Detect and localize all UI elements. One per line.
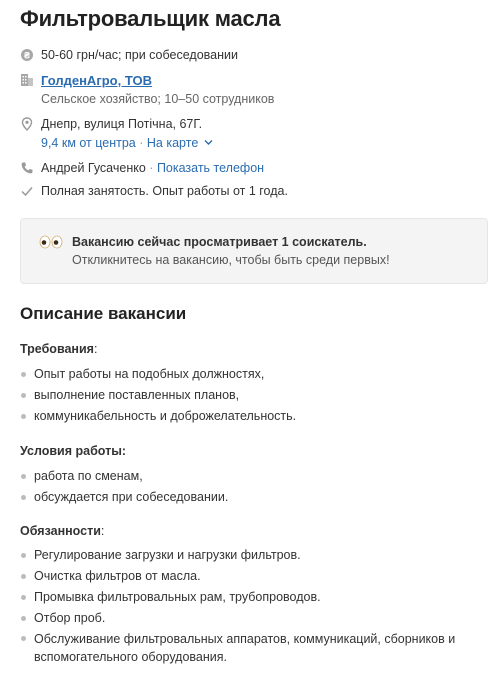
list-item: Отбор проб. xyxy=(20,608,480,629)
list-item: коммуникабельность и доброжелательность. xyxy=(20,406,480,427)
coin-icon: ₴ xyxy=(21,49,33,61)
company-link[interactable]: ГолденАгро, ТОВ xyxy=(41,71,152,90)
company-details: Сельское хозяйство; 10–50 сотрудников xyxy=(41,92,275,106)
contact-name: Андрей Гусаченко xyxy=(41,161,146,175)
list-item: Опыт работы на подобных должностях, xyxy=(20,364,480,385)
job-title: Фильтровальщик масла xyxy=(20,6,281,31)
address-text: Днепр, вулиця Потічна, 67Г. xyxy=(41,117,203,131)
list-item: Очистка фильтров от масла. xyxy=(20,566,480,587)
list-item: работа по сменам, xyxy=(20,466,480,487)
check-icon xyxy=(21,187,33,197)
conditions-title: Условия работы: xyxy=(20,444,127,458)
description-heading: Описание вакансии xyxy=(20,304,187,323)
show-phone-link[interactable]: Показать телефон xyxy=(157,161,264,175)
list-item: выполнение поставленных планов, xyxy=(20,385,480,406)
requirements-title: Требования xyxy=(20,342,94,356)
map-link[interactable]: На карте xyxy=(147,136,213,150)
separator-dot: · xyxy=(149,161,154,175)
viewers-notice: Вакансию сейчас просматривает 1 соискате… xyxy=(20,218,488,284)
phone-icon xyxy=(21,162,33,174)
requirements-heading: Требования: xyxy=(20,342,97,356)
distance-link[interactable]: 9,4 км от центра xyxy=(41,136,136,150)
eyes-icon xyxy=(39,235,63,249)
salary-text: 50-60 грн/час; при собеседовании xyxy=(41,48,238,62)
requirements-suffix: : xyxy=(93,342,98,356)
conditions-heading: Условия работы: xyxy=(20,444,126,458)
separator-dot: · xyxy=(139,136,144,150)
duties-title: Обязанности xyxy=(20,524,101,538)
list-item: Обслуживание фильтровальных аппаратов, к… xyxy=(20,629,480,667)
building-icon xyxy=(21,74,33,86)
employment-text: Полная занятость. Опыт работы от 1 года. xyxy=(41,184,288,198)
list-item: обсуждается при собеседовании. xyxy=(20,487,480,508)
svg-text:₴: ₴ xyxy=(24,51,30,61)
conditions-list: работа по сменам, обсуждается при собесе… xyxy=(20,466,480,508)
requirements-list: Опыт работы на подобных должностях, выпо… xyxy=(20,364,480,427)
list-item: Промывка фильтровальных рам, трубопровод… xyxy=(20,587,480,608)
notice-title: Вакансию сейчас просматривает 1 соискате… xyxy=(72,235,367,249)
map-link-label: На карте xyxy=(146,136,199,150)
chevron-down-icon xyxy=(204,140,213,145)
map-pin-icon xyxy=(21,117,33,131)
list-item: Регулирование загрузки и нагрузки фильтр… xyxy=(20,545,480,566)
notice-subtitle: Откликнитесь на вакансию, чтобы быть сре… xyxy=(72,253,390,267)
duties-suffix: : xyxy=(100,524,105,538)
duties-list: Регулирование загрузки и нагрузки фильтр… xyxy=(20,545,480,667)
duties-heading: Обязанности: xyxy=(20,524,104,538)
